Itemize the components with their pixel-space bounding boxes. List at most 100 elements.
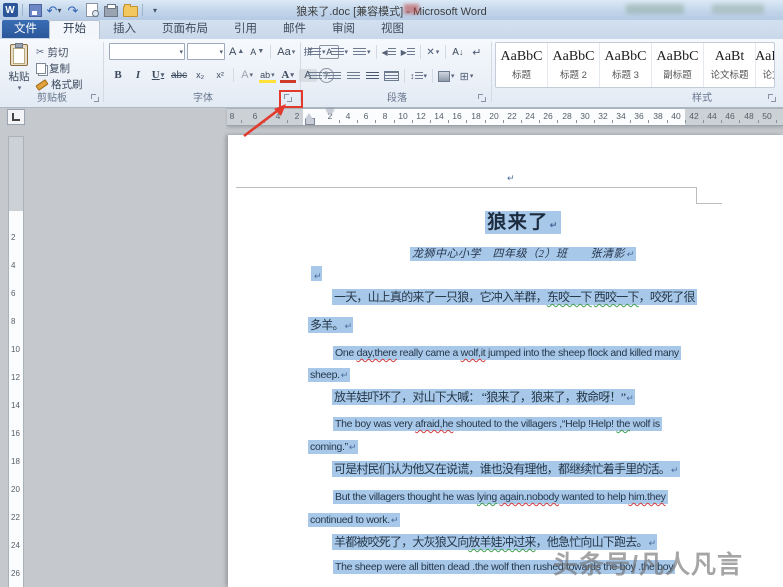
para1-line1[interactable]: 一天，山上真的来了一只狼，它冲入羊群，东咬一下 西咬一下，咬死了很 — [332, 289, 697, 305]
open-folder-icon[interactable] — [122, 3, 138, 18]
text-run: The sheep were all bitten dead .the wolf… — [335, 561, 673, 573]
pilcrow-mark: ↵ — [626, 249, 634, 259]
copy-button[interactable]: 复制 — [36, 61, 83, 76]
quick-print-icon[interactable] — [103, 3, 119, 18]
align-center-button[interactable] — [325, 68, 343, 84]
highlight-color-button[interactable]: ab▾ — [258, 67, 277, 83]
font-color-button[interactable]: A▾ — [279, 67, 297, 83]
distribute-button[interactable] — [382, 68, 401, 84]
tab-file[interactable]: 文件 — [2, 20, 49, 38]
subscript-button[interactable]: x₂ — [191, 67, 209, 83]
text-run: 龙狮中心小学 四年级（2）班 张清影 — [412, 248, 625, 260]
clipboard-dialog-launcher[interactable] — [90, 93, 100, 103]
para6-line2[interactable]: continued to work.↵ — [308, 514, 400, 527]
text-run: lying — [477, 491, 497, 503]
para5-line1[interactable]: 可是村民们认为他又在说谎，谁也没有理他，都继续忙着手里的活。↵ — [332, 461, 680, 478]
tab-视图[interactable]: 视图 — [368, 20, 417, 38]
italic-button[interactable]: I — [129, 67, 147, 83]
left-indent-marker[interactable] — [305, 118, 315, 125]
cut-button[interactable]: ✂剪切 — [36, 45, 83, 60]
font-name-combobox[interactable]: ▾ — [109, 43, 185, 60]
ruler-number: 46 — [725, 111, 734, 121]
align-center-icon — [328, 72, 341, 81]
show-hide-marks-button[interactable]: ↵ — [468, 44, 486, 60]
borders-button[interactable]: ⊞▾ — [458, 68, 476, 84]
group-label-paragraph: 段落 — [302, 89, 492, 104]
decrease-indent-button[interactable]: ◀ — [380, 44, 398, 60]
text-run: him.they — [628, 491, 665, 503]
superscript-button[interactable]: x² — [211, 67, 229, 83]
style-chip-标题[interactable]: AaBbC标题 — [496, 43, 548, 87]
qat-separator — [22, 4, 23, 16]
header-paragraph-mark[interactable]: ↵ — [506, 170, 514, 186]
bold-button[interactable]: B — [109, 67, 127, 83]
style-chip-标题 2[interactable]: AaBbC标题 2 — [548, 43, 600, 87]
document-byline[interactable]: 龙狮中心小学 四年级（2）班 张清影↵ — [305, 246, 741, 262]
redo-icon[interactable]: ↷ — [65, 3, 81, 18]
justify-button[interactable] — [363, 68, 381, 84]
tab-插入[interactable]: 插入 — [100, 20, 149, 38]
group-label-clipboard: 剪贴板 — [0, 89, 104, 104]
para4-line2[interactable]: coming.”↵ — [308, 441, 358, 454]
tab-审阅[interactable]: 审阅 — [319, 20, 368, 38]
first-line-indent-marker[interactable] — [326, 109, 334, 115]
bullets-button[interactable]: ▾ — [306, 44, 328, 60]
shrink-font-button[interactable]: A▼ — [248, 44, 266, 60]
line-spacing-button[interactable]: ↕▾ — [408, 68, 429, 84]
text-run: really came a — [397, 347, 461, 359]
multilevel-list-button[interactable]: ▾ — [351, 44, 373, 60]
ruler-number: 6 — [364, 111, 369, 121]
change-case-button[interactable]: Aa▾ — [275, 44, 297, 60]
numbering-button[interactable]: ▾ — [329, 44, 351, 60]
grow-font-button[interactable]: A▲ — [227, 44, 246, 60]
style-chip-论文单位[interactable]: AaBbCcI论文单位 — [756, 43, 775, 87]
para2-line1[interactable]: One day,there really came a wolf,it jump… — [333, 347, 681, 360]
para3-line1[interactable]: 放羊娃吓坏了，对山下大喊： “狼来了，狼来了，救命呀！”↵ — [332, 389, 635, 406]
word-logo-icon[interactable]: W — [2, 3, 18, 18]
horizontal-ruler[interactable]: 8642246810121416182022242628303234363840… — [227, 108, 783, 126]
styles-dialog-launcher[interactable] — [767, 93, 777, 103]
tab-邮件[interactable]: 邮件 — [270, 20, 319, 38]
text-boundary-line — [696, 203, 722, 204]
align-left-button[interactable] — [306, 68, 324, 84]
para1-line2[interactable]: 多羊。↵ — [308, 317, 353, 334]
tab-页面布局[interactable]: 页面布局 — [149, 20, 221, 38]
ruler-number: 18 — [11, 457, 20, 466]
ruler-number: 44 — [707, 111, 716, 121]
para8-line1[interactable]: The sheep were all bitten dead .the wolf… — [333, 561, 675, 574]
paragraph-dialog-launcher[interactable] — [477, 93, 487, 103]
multilevel-list-icon — [353, 48, 366, 57]
align-right-button[interactable] — [344, 68, 362, 84]
document-title[interactable]: 狼来了↵ — [305, 210, 741, 238]
style-chip-标题 3[interactable]: AaBbC标题 3 — [600, 43, 652, 87]
shading-button[interactable]: ▾ — [436, 68, 457, 84]
pilcrow-mark: ↵ — [345, 321, 352, 331]
para6-line1[interactable]: But the villagers thought he was lying a… — [333, 491, 668, 504]
vertical-ruler[interactable]: 2468101214161820222426 — [8, 136, 24, 587]
para7-line1[interactable]: 羊都被咬死了，大灰狼又向放羊娃冲过来，他急忙向山下跑去。↵ — [332, 534, 657, 551]
save-icon[interactable] — [27, 3, 43, 18]
sort-button[interactable]: A↓ — [449, 44, 467, 60]
underline-button[interactable]: U▾ — [149, 67, 167, 83]
text-effects-button[interactable]: A▾ — [238, 67, 256, 83]
para2-line2[interactable]: sheep.↵ — [308, 369, 350, 382]
tab-开始[interactable]: 开始 — [49, 20, 100, 39]
strikethrough-button[interactable]: abc — [169, 67, 189, 83]
customize-qat-icon[interactable]: ▾ — [147, 3, 163, 18]
asian-layout-button[interactable]: ✕▾ — [424, 44, 442, 60]
group-clipboard: 粘贴 ▾ ✂剪切 复制 格式刷 剪贴板 — [0, 39, 104, 105]
style-chip-副标题[interactable]: AaBbC副标题 — [652, 43, 704, 87]
undo-icon[interactable]: ↶▾ — [46, 3, 62, 18]
distribute-icon — [384, 71, 399, 81]
empty-paragraph[interactable]: ↵ — [311, 266, 322, 283]
align-left-icon — [309, 72, 322, 81]
copy-icon — [36, 63, 46, 74]
tab-stop-selector[interactable] — [7, 109, 25, 125]
style-chip-论文标题[interactable]: AaBt论文标题 — [704, 43, 756, 87]
tab-引用[interactable]: 引用 — [221, 20, 270, 38]
print-preview-icon[interactable] — [84, 3, 100, 18]
para4-line1[interactable]: The boy was very afraid,he shouted to th… — [333, 418, 662, 431]
font-size-combobox[interactable]: ▾ — [187, 43, 225, 60]
ruler-number: 10 — [398, 111, 407, 121]
increase-indent-button[interactable]: ▶ — [399, 44, 417, 60]
